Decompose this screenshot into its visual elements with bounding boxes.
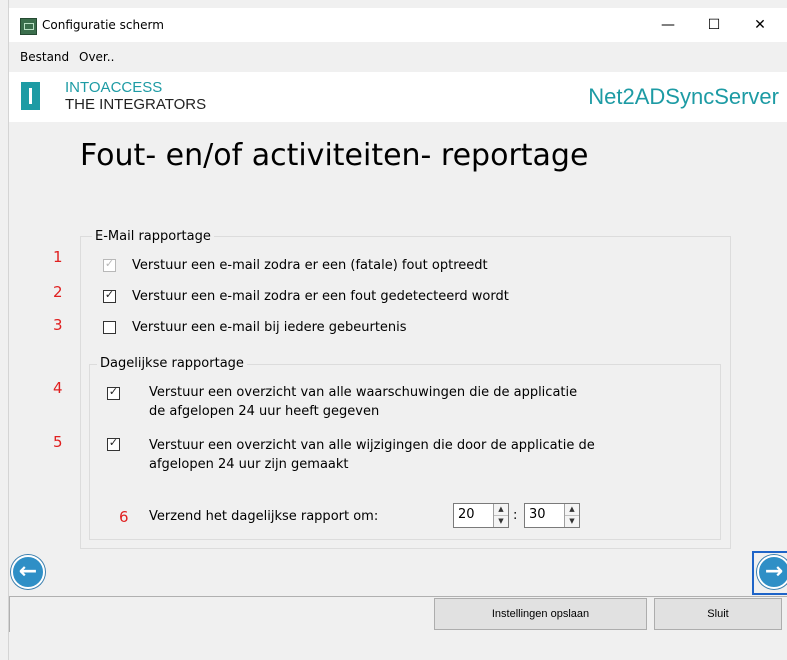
annotation-number-5: 5	[53, 433, 63, 451]
close-window-button[interactable]: ✕	[737, 12, 783, 38]
page-title: Fout- en/of activiteiten- reportage	[80, 138, 589, 173]
menu-bestand[interactable]: Bestand	[20, 50, 69, 64]
logo-tagline: THE INTEGRATORS	[65, 96, 207, 113]
branding-header: INTOACCESS THE INTEGRATORS Net2ADSyncSer…	[9, 72, 787, 122]
arrow-right-icon: →	[764, 559, 784, 584]
warnings-overview-checkbox[interactable]: ✓	[107, 385, 120, 400]
title-bar: Configuratie scherm — ☐ ✕	[9, 8, 787, 42]
app-icon	[20, 18, 37, 35]
window-title: Configuratie scherm	[42, 18, 164, 32]
annotation-number-1: 1	[53, 248, 63, 266]
annotation-number-2: 2	[53, 283, 63, 301]
annotation-number-3: 3	[53, 316, 63, 334]
changes-overview-label-line1: Verstuur een overzicht van alle wijzigin…	[149, 438, 595, 453]
warnings-overview-label-line2: de afgelopen 24 uur heeft gegeven	[149, 404, 380, 419]
warnings-overview-label-line1: Verstuur een overzicht van alle waarschu…	[149, 385, 578, 400]
menu-over[interactable]: Over..	[79, 50, 114, 64]
every-event-email-checkbox[interactable]	[103, 321, 116, 334]
save-settings-button[interactable]: Instellingen opslaan	[434, 598, 647, 630]
send-minute-stepper-buttons[interactable]: ▲ ▼	[564, 504, 579, 527]
status-bar	[9, 632, 787, 660]
application-name: Net2ADSyncServer	[588, 84, 779, 109]
maximize-button[interactable]: ☐	[691, 12, 737, 38]
back-button[interactable]: ←	[11, 555, 45, 589]
minute-down-icon[interactable]: ▼	[565, 516, 579, 527]
error-detected-email-label: Verstuur een e-mail zodra er een fout ge…	[132, 289, 509, 304]
email-reporting-legend: E-Mail rapportage	[92, 229, 214, 244]
checkmark-icon: ✓	[108, 436, 119, 449]
changes-overview-label-line2: afgelopen 24 uur zijn gemaakt	[149, 457, 349, 472]
fatal-error-email-checkbox[interactable]: ✓	[103, 257, 116, 272]
minute-up-icon[interactable]: ▲	[565, 504, 579, 516]
send-hour-stepper-buttons[interactable]: ▲ ▼	[493, 504, 508, 527]
send-minute-value: 30	[529, 507, 546, 522]
intoaccess-logo-icon	[21, 82, 40, 110]
next-button[interactable]: →	[757, 555, 787, 589]
changes-overview-checkbox[interactable]: ✓	[107, 436, 120, 451]
annotation-number-6: 6	[119, 508, 129, 526]
hour-down-icon[interactable]: ▼	[494, 516, 508, 527]
arrow-left-icon: ←	[18, 559, 38, 584]
send-minute-stepper[interactable]: 30 ▲ ▼	[524, 503, 580, 528]
fatal-error-email-label: Verstuur een e-mail zodra er een (fatale…	[132, 258, 488, 273]
hour-up-icon[interactable]: ▲	[494, 504, 508, 516]
minimize-button[interactable]: —	[645, 12, 691, 38]
menu-bar: Bestand Over..	[9, 42, 787, 72]
send-hour-value: 20	[458, 507, 475, 522]
checkmark-icon: ✓	[104, 288, 115, 301]
logo-company-name: INTOACCESS	[65, 79, 163, 96]
checkmark-icon: ✓	[108, 385, 119, 398]
close-button[interactable]: Sluit	[654, 598, 782, 630]
time-separator: :	[513, 508, 518, 523]
every-event-email-label: Verstuur een e-mail bij iedere gebeurten…	[132, 320, 407, 335]
send-time-label: Verzend het dagelijkse rapport om:	[149, 509, 379, 524]
daily-reporting-legend: Dagelijkse rapportage	[97, 356, 247, 371]
annotation-number-4: 4	[53, 379, 63, 397]
send-hour-stepper[interactable]: 20 ▲ ▼	[453, 503, 509, 528]
checkmark-icon: ✓	[104, 257, 115, 270]
error-detected-email-checkbox[interactable]: ✓	[103, 288, 116, 303]
